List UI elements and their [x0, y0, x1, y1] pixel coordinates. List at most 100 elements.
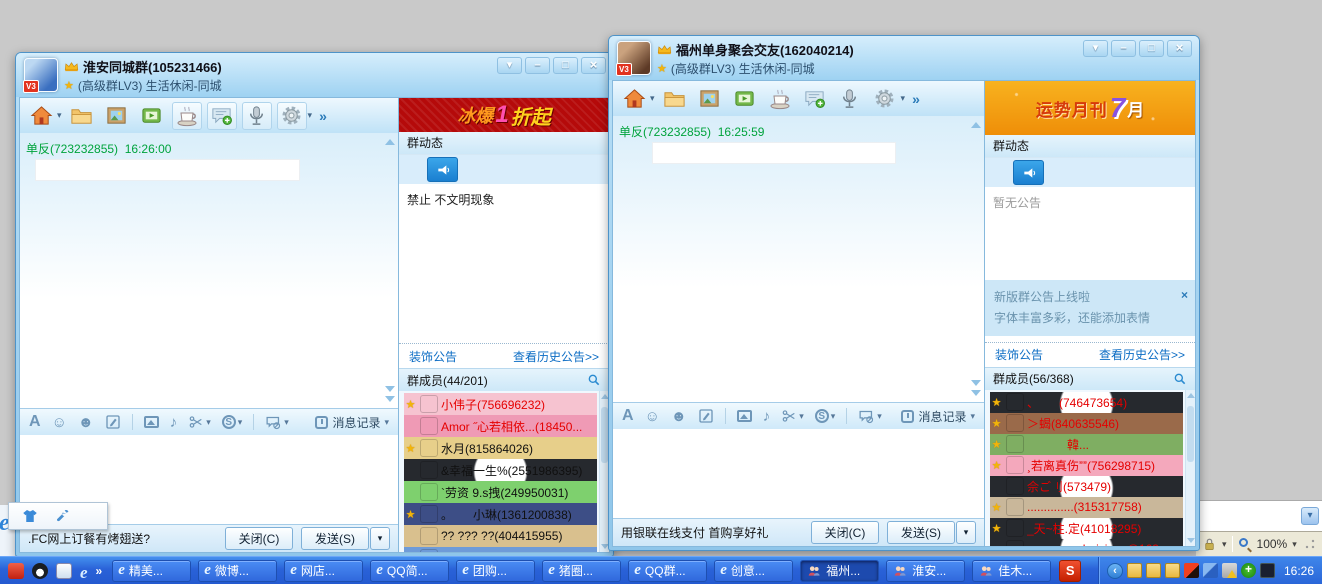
settings-dropdown-caret[interactable]: ▾ [308, 110, 313, 121]
titlebar[interactable]: V3 福州单身聚会交友(162040214) ★(高级群LV3) 生活休闲-同城 [609, 36, 1199, 80]
emoticon-icon[interactable]: ☺ [52, 415, 67, 430]
announcement-horn-icon[interactable] [1013, 160, 1044, 185]
display-tray-icon[interactable] [1260, 563, 1275, 578]
font-icon[interactable]: A [29, 414, 41, 430]
decorate-announcement-link[interactable]: 装饰公告 [995, 346, 1043, 363]
maximize-button[interactable] [1139, 40, 1164, 57]
skin-button[interactable] [497, 57, 522, 74]
show-desktop-icon[interactable] [56, 563, 72, 579]
music-icon[interactable]: ♪ [170, 415, 178, 430]
message-history-button[interactable]: 消息记录▾ [901, 408, 975, 425]
member-row[interactable]: ★ ?? ??? ??(404415955) [404, 525, 597, 547]
new-message-icon[interactable] [800, 85, 830, 113]
taskbar-window-button[interactable]: e 团购... [456, 560, 535, 582]
close-chat-button[interactable]: 关闭(C) [811, 521, 879, 544]
bird-app-tray-icon[interactable] [1184, 563, 1199, 578]
microphone-icon[interactable] [835, 85, 865, 113]
magic-face-icon[interactable]: ☻ [78, 415, 94, 430]
member-row[interactable]: ★ Amor ˝心若相依...(18450... [404, 415, 597, 437]
quicklaunch-app-icon[interactable] [8, 563, 24, 579]
quicklaunch-chevron[interactable]: » [96, 564, 103, 578]
qq-show-icon[interactable]: S▾ [815, 409, 836, 423]
zoom-dropdown-caret[interactable]: ▾ [1292, 539, 1297, 550]
network-tray-icon[interactable] [1203, 563, 1218, 578]
history-announcement-link[interactable]: 查看历史公告>> [1099, 346, 1185, 363]
home-dropdown-caret[interactable]: ▾ [650, 93, 655, 104]
home-icon[interactable] [26, 102, 56, 130]
qq-penguin-icon[interactable] [32, 563, 48, 579]
settings-dropdown-caret[interactable]: ▾ [901, 93, 906, 104]
chat-scrollbar[interactable] [383, 137, 395, 404]
coffee-icon[interactable] [172, 102, 202, 130]
member-row[interactable]: ★ 佘ご刂(573479) [990, 476, 1183, 497]
qq-group-tray-icon[interactable] [1146, 563, 1161, 578]
member-row[interactable]: ★ 、 (746473654) [990, 392, 1183, 413]
home-dropdown-caret[interactable]: ▾ [57, 110, 62, 121]
tray-clock[interactable]: 16:26 [1284, 564, 1314, 578]
member-row[interactable]: ★ 水月(815864026) [404, 437, 597, 459]
member-row[interactable]: ★ &幸福一生%(2551986395) [404, 459, 597, 481]
shirt-icon[interactable] [21, 507, 39, 525]
taskbar-window-button[interactable]: e QQ群... [628, 560, 707, 582]
coffee-icon[interactable] [765, 85, 795, 113]
chat-history-area[interactable]: 单反(723232855) 16:26:00 [20, 133, 398, 408]
member-row[interactable]: ★ ▲ 情侣太拥挤(7356... [404, 547, 597, 552]
taskbar-window-button[interactable]: e 佳木... [972, 560, 1051, 582]
taskbar-window-button[interactable]: e 猪圈... [542, 560, 621, 582]
qq-group-tray-icon[interactable] [1165, 563, 1180, 578]
history-announcement-link[interactable]: 查看历史公告>> [513, 348, 599, 365]
close-chat-button[interactable]: 关闭(C) [225, 527, 293, 550]
ie-zoom-level[interactable]: 100% [1257, 537, 1288, 551]
group-avatar[interactable]: V3 [24, 58, 58, 92]
member-row[interactable]: ★ 。 小琳(1361200838) [404, 503, 597, 525]
taskbar-window-button[interactable]: e 网店... [284, 560, 363, 582]
zoom-icon[interactable] [1238, 537, 1252, 551]
send-options-caret[interactable]: ▾ [370, 527, 390, 550]
folder-icon[interactable] [67, 102, 97, 130]
close-button[interactable] [1167, 40, 1192, 57]
sogou-input-button[interactable]: S [1059, 560, 1081, 582]
group-avatar[interactable]: V3 [617, 41, 651, 75]
minimize-button[interactable] [525, 57, 550, 74]
taskbar-window-button[interactable]: e 微博... [198, 560, 277, 582]
titlebar[interactable]: V3 淮安同城群(105231466) ★(高级群LV3) 生活休闲-同城 [16, 53, 613, 97]
promo-text[interactable]: 用银联在线支付 首购享好礼 [621, 524, 768, 541]
ad-message-image[interactable] [36, 160, 299, 180]
send-button[interactable]: 发送(S) [887, 521, 955, 544]
taskbar-window-button[interactable]: e QQ简... [370, 560, 449, 582]
taskbar-window-button[interactable]: e 精美... [112, 560, 191, 582]
qq-group-tray-icon[interactable] [1127, 563, 1142, 578]
send-button[interactable]: 发送(S) [301, 527, 369, 550]
microphone-icon[interactable] [242, 102, 272, 130]
ad-message-image[interactable] [653, 143, 895, 163]
maximize-button[interactable] [553, 57, 578, 74]
album-icon[interactable] [102, 102, 132, 130]
tip-close-icon[interactable]: × [1181, 285, 1188, 306]
voice-chat-icon[interactable]: ▾ [858, 408, 882, 425]
promo-text[interactable]: .FC网上订餐有烤翅送? [28, 530, 150, 547]
folder-icon[interactable] [660, 85, 690, 113]
scissors-icon[interactable]: ▾ [781, 408, 804, 424]
antivirus-tray-icon[interactable] [1241, 563, 1256, 578]
toolbar-overflow-chevron[interactable]: » [912, 91, 920, 107]
skin-button[interactable] [1083, 40, 1108, 57]
audio-warning-tray-icon[interactable] [1222, 563, 1237, 578]
taskbar-window-button[interactable]: e 福州... [800, 560, 879, 582]
wrench-icon[interactable] [55, 508, 71, 524]
announcement-horn-icon[interactable] [427, 157, 458, 182]
new-message-icon[interactable] [207, 102, 237, 130]
emoticon-icon[interactable]: ☺ [645, 409, 660, 424]
scissors-icon[interactable]: ▾ [188, 414, 211, 430]
video-icon[interactable] [730, 85, 760, 113]
chat-scrollbar[interactable] [969, 120, 981, 398]
screen-capture-icon[interactable] [105, 414, 121, 430]
resize-grip[interactable] [1304, 538, 1316, 550]
screen-capture-icon[interactable] [698, 408, 714, 424]
close-button[interactable] [581, 57, 606, 74]
message-input-area[interactable] [613, 429, 984, 518]
taskbar-window-button[interactable]: e 创意... [714, 560, 793, 582]
ie-quicklaunch-icon[interactable]: e [80, 563, 88, 579]
member-row[interactable]: ★ `劳资 9.s拽(249950031) [404, 481, 597, 503]
home-icon[interactable] [619, 85, 649, 113]
taskbar-window-button[interactable]: e 淮安... [886, 560, 965, 582]
